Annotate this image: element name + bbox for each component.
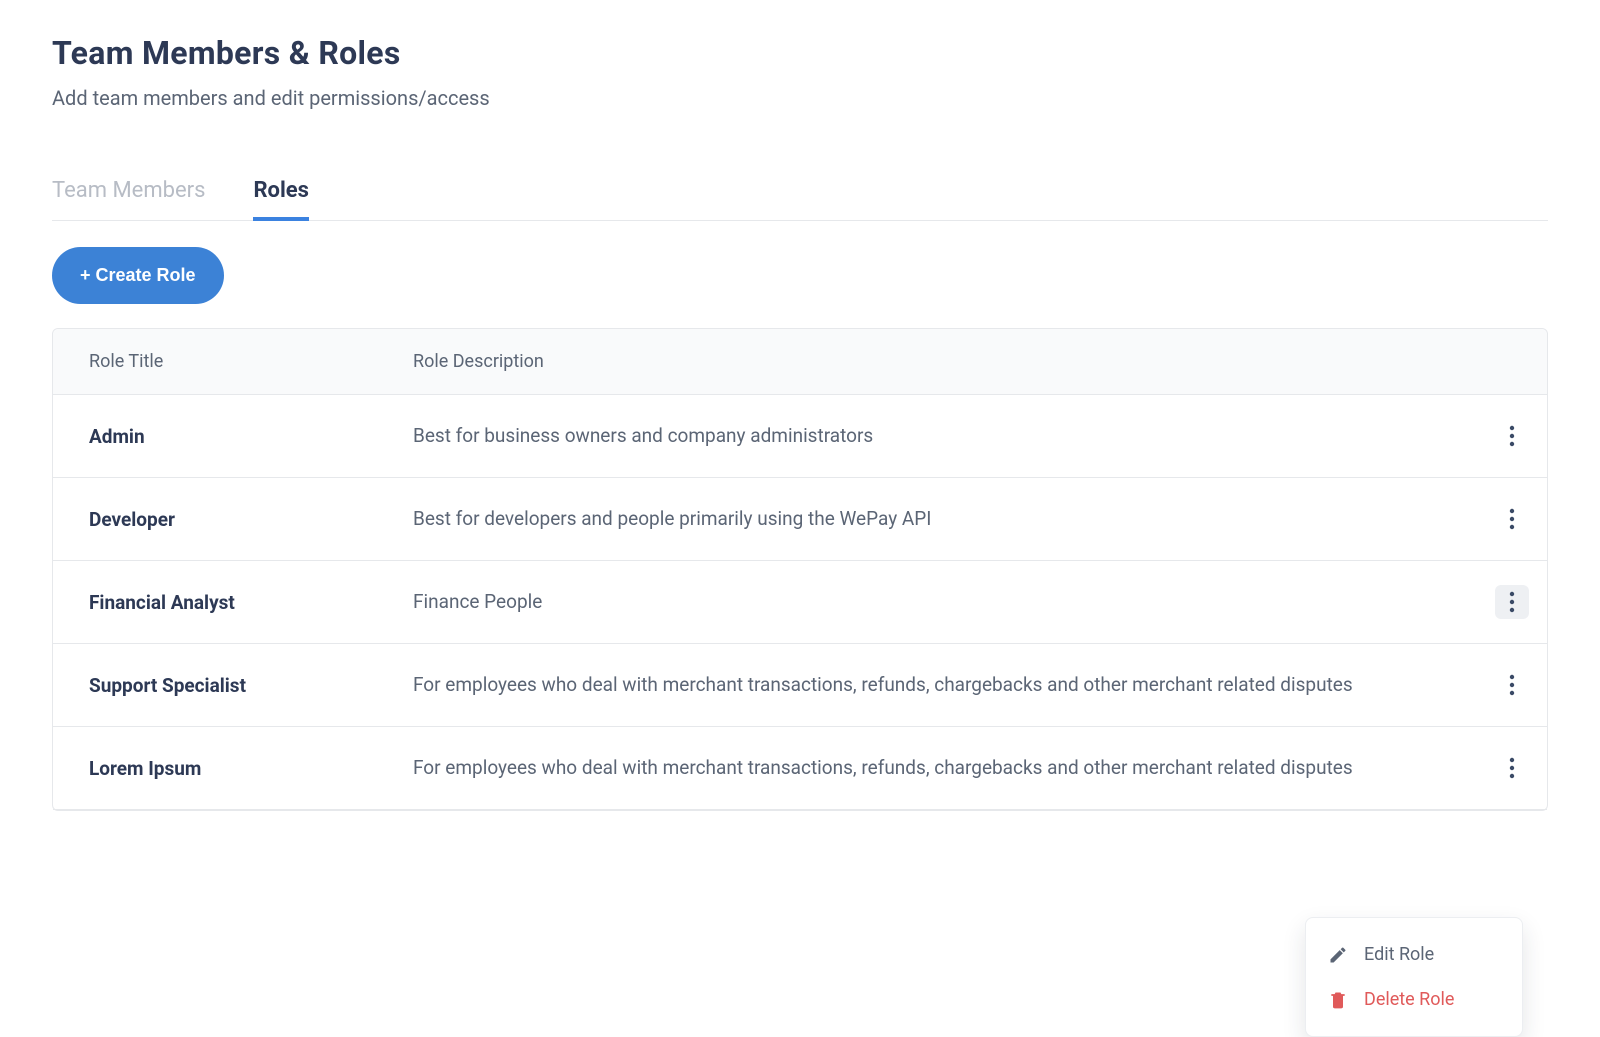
kebab-icon <box>1509 508 1515 530</box>
row-actions-button[interactable] <box>1495 668 1529 702</box>
create-role-button[interactable]: + Create Role <box>52 247 224 304</box>
role-description: Finance People <box>413 588 1477 616</box>
column-header-description: Role Description <box>413 351 1477 372</box>
roles-table: Role Title Role Description Admin Best f… <box>52 328 1548 811</box>
delete-role-menu-item[interactable]: Delete Role <box>1306 977 1522 1022</box>
role-description: For employees who deal with merchant tra… <box>413 671 1477 699</box>
row-actions-button[interactable] <box>1495 419 1529 453</box>
pencil-icon <box>1328 945 1348 965</box>
table-row: Financial Analyst Finance People <box>53 561 1547 644</box>
role-title: Financial Analyst <box>53 591 413 614</box>
kebab-icon <box>1509 757 1515 779</box>
role-title: Support Specialist <box>53 674 413 697</box>
tab-roles[interactable]: Roles <box>253 178 309 221</box>
edit-role-label: Edit Role <box>1364 944 1434 965</box>
table-row: Support Specialist For employees who dea… <box>53 644 1547 727</box>
column-header-title: Role Title <box>53 351 413 372</box>
table-row: Developer Best for developers and people… <box>53 478 1547 561</box>
role-title: Admin <box>53 425 413 448</box>
kebab-icon <box>1509 591 1515 613</box>
row-actions-button[interactable] <box>1495 502 1529 536</box>
kebab-icon <box>1509 425 1515 447</box>
tab-team-members[interactable]: Team Members <box>52 178 205 221</box>
role-title: Developer <box>53 508 413 531</box>
row-actions-button[interactable] <box>1495 751 1529 785</box>
page-subtitle: Add team members and edit permissions/ac… <box>52 86 1548 110</box>
row-actions-menu: Edit Role Delete Role <box>1305 917 1523 1037</box>
column-header-actions <box>1477 351 1547 372</box>
delete-role-label: Delete Role <box>1364 989 1454 1010</box>
table-row: Admin Best for business owners and compa… <box>53 395 1547 478</box>
edit-role-menu-item[interactable]: Edit Role <box>1306 932 1522 977</box>
tabs: Team Members Roles <box>52 178 1548 221</box>
row-actions-button[interactable] <box>1495 585 1529 619</box>
table-header: Role Title Role Description <box>53 329 1547 395</box>
table-row: Lorem Ipsum For employees who deal with … <box>53 727 1547 810</box>
role-title: Lorem Ipsum <box>53 757 413 780</box>
trash-icon <box>1328 990 1348 1010</box>
kebab-icon <box>1509 674 1515 696</box>
role-description: Best for developers and people primarily… <box>413 505 1477 533</box>
role-description: Best for business owners and company adm… <box>413 422 1477 450</box>
page-title: Team Members & Roles <box>52 34 1548 72</box>
role-description: For employees who deal with merchant tra… <box>413 754 1477 782</box>
